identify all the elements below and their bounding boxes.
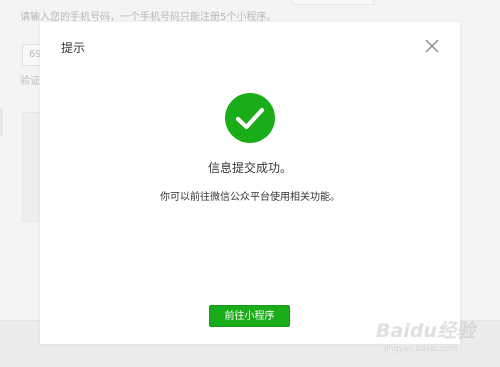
close-icon[interactable] [424,38,440,54]
go-to-miniprogram-button[interactable]: 前往小程序 [209,305,290,327]
background-panel-edge [0,108,3,136]
watermark-url: jingyan.baidu.com [384,344,458,353]
phone-hint-text: 请输入您的手机号码，一个手机号码只能注册5个小程序。 [20,12,277,23]
page: 请输入您的手机号码，一个手机号码只能注册5个小程序。 69 验证 提示 信息提交… [0,0,500,367]
success-check-icon [225,93,275,143]
baidu-watermark: Baidu经验 jingyan.baidu.com [376,314,498,366]
success-dialog: 提示 信息提交成功。 你可以前往微信公众平台使用相关功能。 前往小程序 [40,22,460,344]
dialog-title: 提示 [61,41,86,55]
message-subtitle: 你可以前往微信公众平台使用相关功能。 [160,192,340,203]
verify-label: 验证 [20,76,40,87]
background-field [292,0,374,5]
watermark-text: Baidu经验 [376,320,475,342]
message-title: 信息提交成功。 [207,161,292,175]
